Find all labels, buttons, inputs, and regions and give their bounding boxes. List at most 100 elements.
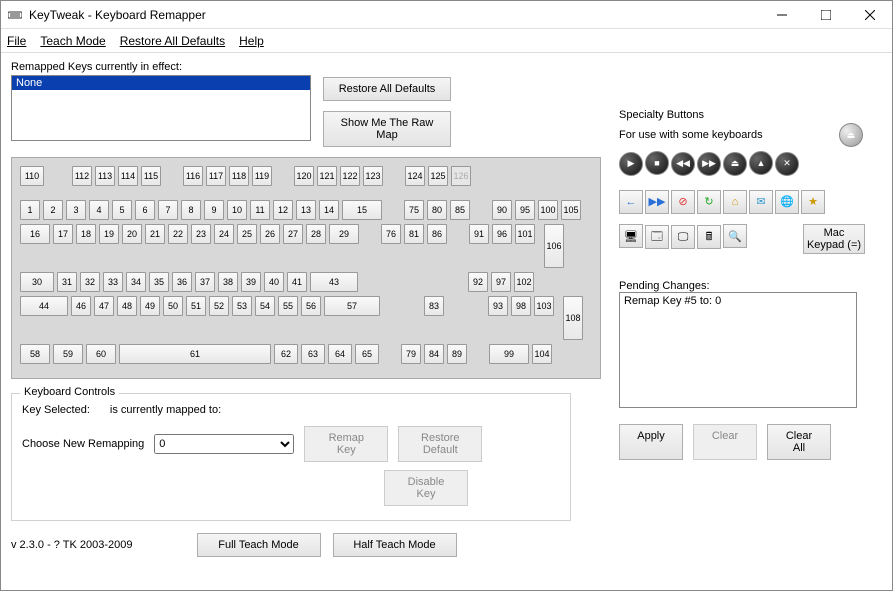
key-20[interactable]: 20 <box>122 224 142 244</box>
menu-teach-mode[interactable]: Teach Mode <box>40 34 105 48</box>
key-48[interactable]: 48 <box>117 296 137 316</box>
key-96[interactable]: 96 <box>492 224 512 244</box>
key-76[interactable]: 76 <box>381 224 401 244</box>
key-32[interactable]: 32 <box>80 272 100 292</box>
key-101[interactable]: 101 <box>515 224 535 244</box>
key-59[interactable]: 59 <box>53 344 83 364</box>
monitor-icon[interactable]: 🖵 <box>671 225 695 249</box>
key-8[interactable]: 8 <box>181 200 201 220</box>
apply-button[interactable]: Apply <box>619 424 683 460</box>
key-51[interactable]: 51 <box>186 296 206 316</box>
key-79[interactable]: 79 <box>401 344 421 364</box>
search-icon[interactable]: 🔍 <box>723 224 747 248</box>
key-3[interactable]: 3 <box>66 200 86 220</box>
key-116[interactable]: 116 <box>183 166 203 186</box>
key-22[interactable]: 22 <box>168 224 188 244</box>
key-25[interactable]: 25 <box>237 224 257 244</box>
half-teach-mode-button[interactable]: Half Teach Mode <box>333 533 457 557</box>
key-39[interactable]: 39 <box>241 272 261 292</box>
back-icon[interactable]: ← <box>619 190 643 214</box>
key-38[interactable]: 38 <box>218 272 238 292</box>
key-91[interactable]: 91 <box>469 224 489 244</box>
key-80[interactable]: 80 <box>427 200 447 220</box>
key-12[interactable]: 12 <box>273 200 293 220</box>
remapping-dropdown[interactable]: 0 <box>154 434 294 454</box>
key-123[interactable]: 123 <box>363 166 383 186</box>
refresh-icon[interactable]: ↻ <box>697 190 721 214</box>
key-53[interactable]: 53 <box>232 296 252 316</box>
menu-file[interactable]: File <box>7 34 26 48</box>
key-93[interactable]: 93 <box>488 296 508 316</box>
mail-icon[interactable]: ✉ <box>749 190 773 214</box>
key-57[interactable]: 57 <box>324 296 380 316</box>
key-50[interactable]: 50 <box>163 296 183 316</box>
computer-icon[interactable]: 🖥 <box>619 224 643 248</box>
remap-key-button[interactable]: Remap Key <box>304 426 388 462</box>
key-36[interactable]: 36 <box>172 272 192 292</box>
key-40[interactable]: 40 <box>264 272 284 292</box>
key-108[interactable]: 108 <box>563 296 583 340</box>
key-102[interactable]: 102 <box>514 272 534 292</box>
stop-icon[interactable]: ■ <box>645 151 669 175</box>
key-113[interactable]: 113 <box>95 166 115 186</box>
key-117[interactable]: 117 <box>206 166 226 186</box>
key-106[interactable]: 106 <box>544 224 564 268</box>
key-62[interactable]: 62 <box>274 344 298 364</box>
key-21[interactable]: 21 <box>145 224 165 244</box>
key-58[interactable]: 58 <box>20 344 50 364</box>
key-29[interactable]: 29 <box>329 224 359 244</box>
key-83[interactable]: 83 <box>424 296 444 316</box>
key-44[interactable]: 44 <box>20 296 68 316</box>
key-37[interactable]: 37 <box>195 272 215 292</box>
maximize-button[interactable] <box>804 2 848 28</box>
clear-all-button[interactable]: Clear All <box>767 424 831 460</box>
key-23[interactable]: 23 <box>191 224 211 244</box>
key-35[interactable]: 35 <box>149 272 169 292</box>
key-2[interactable]: 2 <box>43 200 63 220</box>
key-15[interactable]: 15 <box>342 200 382 220</box>
key-99[interactable]: 99 <box>489 344 529 364</box>
key-89[interactable]: 89 <box>447 344 467 364</box>
key-104[interactable]: 104 <box>532 344 552 364</box>
rewind-icon[interactable]: ◀◀ <box>671 152 695 176</box>
play-icon[interactable]: ▶ <box>619 152 643 176</box>
key-114[interactable]: 114 <box>118 166 138 186</box>
key-103[interactable]: 103 <box>534 296 554 316</box>
key-122[interactable]: 122 <box>340 166 360 186</box>
clear-button[interactable]: Clear <box>693 424 757 460</box>
key-41[interactable]: 41 <box>287 272 307 292</box>
volup-icon[interactable]: ▲ <box>749 151 773 175</box>
key-65[interactable]: 65 <box>355 344 379 364</box>
key-6[interactable]: 6 <box>135 200 155 220</box>
globe-icon[interactable]: 🌐 <box>775 190 799 214</box>
key-125[interactable]: 125 <box>428 166 448 186</box>
key-112[interactable]: 112 <box>72 166 92 186</box>
key-33[interactable]: 33 <box>103 272 123 292</box>
full-teach-mode-button[interactable]: Full Teach Mode <box>197 533 321 557</box>
key-126[interactable]: 126 <box>451 166 471 186</box>
eject-icon[interactable]: ⏏ <box>723 152 747 176</box>
show-raw-map-button[interactable]: Show Me The Raw Map <box>323 111 451 147</box>
key-61[interactable]: 61 <box>119 344 271 364</box>
key-19[interactable]: 19 <box>99 224 119 244</box>
home-icon[interactable]: ⌂ <box>723 190 747 214</box>
key-64[interactable]: 64 <box>328 344 352 364</box>
key-84[interactable]: 84 <box>424 344 444 364</box>
key-1[interactable]: 1 <box>20 200 40 220</box>
desktop-icon[interactable]: 🗔 <box>645 225 669 249</box>
mac-keypad-button[interactable]: Mac Keypad (=) <box>803 224 865 254</box>
key-75[interactable]: 75 <box>404 200 424 220</box>
key-120[interactable]: 120 <box>294 166 314 186</box>
key-18[interactable]: 18 <box>76 224 96 244</box>
key-63[interactable]: 63 <box>301 344 325 364</box>
key-5[interactable]: 5 <box>112 200 132 220</box>
key-81[interactable]: 81 <box>404 224 424 244</box>
restore-all-defaults-button[interactable]: Restore All Defaults <box>323 77 451 101</box>
key-98[interactable]: 98 <box>511 296 531 316</box>
remapped-keys-list[interactable]: None <box>11 75 311 141</box>
menu-restore-all-defaults[interactable]: Restore All Defaults <box>120 34 225 48</box>
minimize-button[interactable] <box>760 2 804 28</box>
restore-default-button[interactable]: Restore Default <box>398 426 482 462</box>
key-30[interactable]: 30 <box>20 272 54 292</box>
key-97[interactable]: 97 <box>491 272 511 292</box>
